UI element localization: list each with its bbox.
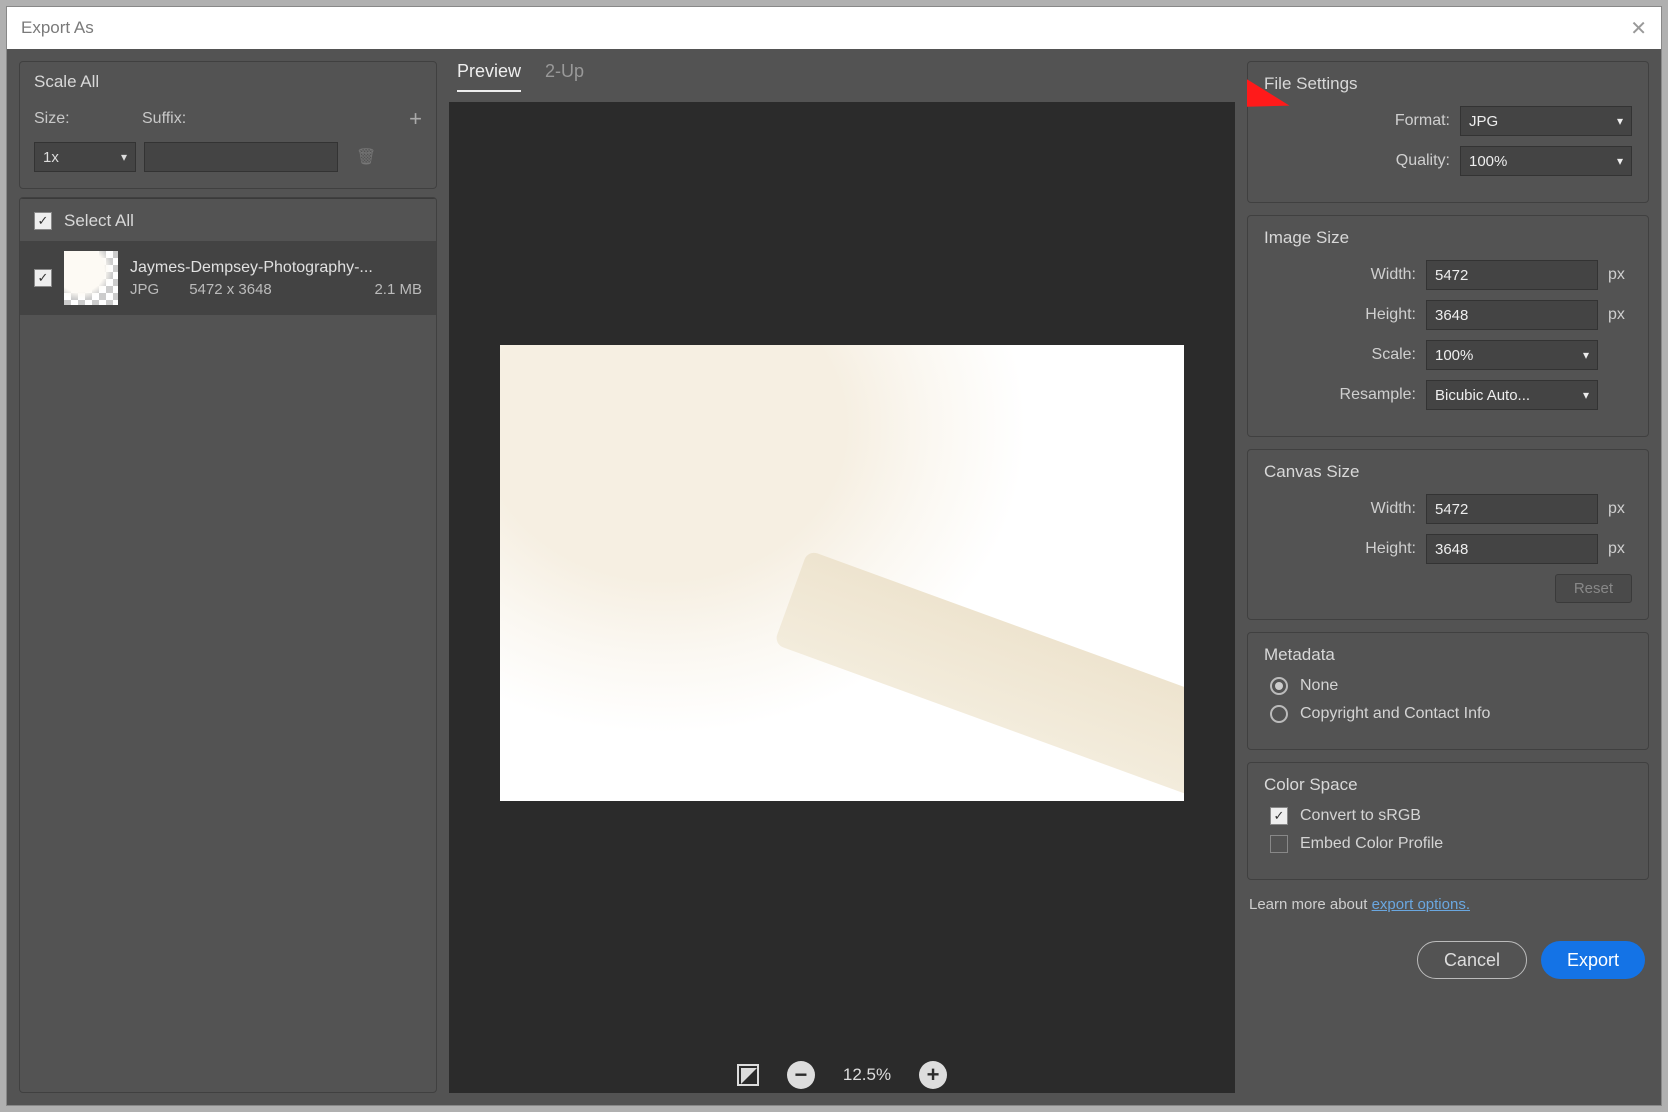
scale-select[interactable]: 100%▾ (1426, 340, 1598, 370)
color-space-title: Color Space (1264, 775, 1632, 795)
close-icon[interactable]: ✕ (1630, 16, 1647, 41)
canvas-size-group: Canvas Size Width: 5472 px Height: 3648 px R… (1247, 449, 1649, 620)
export-options-link[interactable]: export options. (1372, 896, 1470, 913)
canvas-height-input[interactable]: 3648 (1426, 534, 1598, 564)
resample-label: Resample: (1340, 386, 1416, 404)
metadata-title: Metadata (1264, 645, 1632, 665)
color-space-group: Color Space ✓ Convert to sRGB Embed Color… (1247, 762, 1649, 880)
export-as-dialog: Export As ✕ Scale All Size: Suffix: + 1x… (6, 6, 1662, 1106)
metadata-copyright-label: Copyright and Contact Info (1300, 705, 1490, 723)
add-scale-icon[interactable]: + (409, 106, 422, 132)
asset-row[interactable]: ✓ Jaymes-Dempsey-Photography-... JPG 547… (20, 241, 436, 315)
cancel-button[interactable]: Cancel (1417, 941, 1527, 979)
radio-icon (1270, 705, 1288, 723)
size-label: Size: (34, 110, 124, 128)
footer-buttons: Cancel Export (1247, 929, 1649, 985)
select-all-checkbox[interactable]: ✓ (34, 212, 52, 230)
metadata-none-label: None (1300, 677, 1338, 695)
select-all-label: Select All (64, 211, 134, 231)
preview-area[interactable] (449, 102, 1235, 1043)
file-settings-group: File Settings Format: JPG▾ Quality: 100%… (1247, 61, 1649, 203)
embed-profile-label: Embed Color Profile (1300, 835, 1443, 853)
file-settings-title: File Settings (1264, 74, 1632, 94)
titlebar: Export As ✕ (7, 7, 1661, 49)
format-select[interactable]: JPG▾ (1460, 106, 1632, 136)
zoom-level: 12.5% (843, 1065, 891, 1085)
zoom-bar: − 12.5% + (449, 1043, 1235, 1093)
image-size-group: Image Size Width: 5472 px Height: 3648 px Sc… (1247, 215, 1649, 437)
scale-label: Scale: (1372, 346, 1416, 364)
size-select[interactable]: 1x ▾ (34, 142, 136, 172)
width-label: Width: (1371, 266, 1416, 284)
reset-button[interactable]: Reset (1555, 574, 1632, 603)
suffix-input[interactable] (144, 142, 338, 172)
chevron-down-icon: ▾ (1617, 154, 1623, 168)
chevron-down-icon: ▾ (1617, 114, 1623, 128)
unit-px: px (1608, 540, 1632, 558)
learn-text: Learn more about (1249, 896, 1367, 913)
metadata-copyright-row[interactable]: Copyright and Contact Info (1264, 705, 1632, 723)
asset-checkbox[interactable]: ✓ (34, 269, 52, 287)
image-size-title: Image Size (1264, 228, 1632, 248)
export-button[interactable]: Export (1541, 941, 1645, 979)
asset-thumbnail (64, 251, 118, 305)
fit-screen-icon[interactable] (737, 1064, 759, 1086)
height-input[interactable]: 3648 (1426, 300, 1598, 330)
width-input[interactable]: 5472 (1426, 260, 1598, 290)
preview-tabs: Preview 2-Up (449, 61, 1235, 102)
quality-select[interactable]: 100%▾ (1460, 146, 1632, 176)
select-all-row: ✓ Select All (20, 198, 436, 241)
metadata-group: Metadata None Copyright and Contact Info (1247, 632, 1649, 750)
asset-dimensions: 5472 x 3648 (189, 281, 272, 298)
quality-label: Quality: (1396, 152, 1450, 170)
scale-all-title: Scale All (34, 72, 422, 92)
size-value: 1x (43, 149, 59, 166)
radio-icon (1270, 677, 1288, 695)
zoom-in-button[interactable]: + (919, 1061, 947, 1089)
scale-all-group: Scale All Size: Suffix: + 1x ▾ 🗑 (19, 61, 437, 189)
suffix-label: Suffix: (142, 110, 186, 128)
resample-select[interactable]: Bicubic Auto...▾ (1426, 380, 1598, 410)
asset-name: Jaymes-Dempsey-Photography-... (130, 259, 422, 277)
canvas-size-title: Canvas Size (1264, 462, 1632, 482)
asset-filesize: 2.1 MB (374, 281, 422, 298)
zoom-out-button[interactable]: − (787, 1061, 815, 1089)
convert-srgb-label: Convert to sRGB (1300, 807, 1421, 825)
canvas-width-label: Width: (1371, 500, 1416, 518)
right-panel: File Settings Format: JPG▾ Quality: 100%… (1247, 61, 1649, 1093)
metadata-none-row[interactable]: None (1264, 677, 1632, 695)
center-panel: Preview 2-Up − 12.5% + (449, 61, 1235, 1093)
tab-preview[interactable]: Preview (457, 61, 521, 92)
tab-2up[interactable]: 2-Up (545, 61, 584, 92)
dialog-title: Export As (21, 18, 94, 38)
asset-format: JPG (130, 281, 159, 298)
chevron-down-icon: ▾ (1583, 388, 1589, 402)
chevron-down-icon: ▾ (121, 150, 127, 164)
canvas-height-label: Height: (1365, 540, 1416, 558)
trash-icon: 🗑 (356, 147, 376, 167)
height-label: Height: (1365, 306, 1416, 324)
unit-px: px (1608, 500, 1632, 518)
chevron-down-icon: ▾ (1583, 348, 1589, 362)
convert-srgb-row[interactable]: ✓ Convert to sRGB (1264, 807, 1632, 825)
unit-px: px (1608, 266, 1632, 284)
checkbox-icon: ✓ (1270, 807, 1288, 825)
checkbox-icon (1270, 835, 1288, 853)
embed-profile-row[interactable]: Embed Color Profile (1264, 835, 1632, 853)
unit-px: px (1608, 306, 1632, 324)
format-label: Format: (1395, 112, 1450, 130)
left-panel: Scale All Size: Suffix: + 1x ▾ 🗑 (19, 61, 437, 1093)
learn-more-row: Learn more about export options. (1247, 892, 1649, 917)
preview-image (500, 345, 1184, 801)
canvas-width-input[interactable]: 5472 (1426, 494, 1598, 524)
